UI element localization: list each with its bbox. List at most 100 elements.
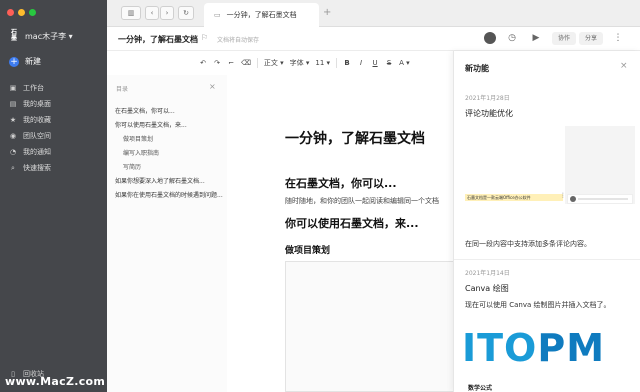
font-family-select[interactable]: 字体 ▾ [290,58,310,68]
redo-icon[interactable]: ↷ [213,59,221,67]
autosave-status: 文档将自动保存 [217,37,260,44]
close-window-button[interactable] [7,9,14,16]
undo-icon[interactable]: ↶ [199,59,207,67]
outline-item[interactable]: 做项目策划 [115,136,225,144]
doc-title[interactable]: 一分钟，了解石墨文档 [118,34,198,45]
feature-date: 2021年1月28日 [465,95,510,102]
outline-header: 目录 [116,86,129,93]
plus-icon: + [9,56,19,67]
comment-placeholder [578,198,628,200]
doc-header: 一分钟，了解石墨文档 ⚐ 文档将自动保存 ◷ ▶ 协作 分享 ⋮ [107,27,640,51]
sidebar-toggle-icon: ▥ [127,9,135,17]
new-features-panel: 新功能 × 2021年1月28日 评论功能优化 石墨文档是一款云端Office办… [453,51,640,392]
sidebar-item-label: 快速搜索 [23,164,51,172]
bold-button[interactable]: B [343,59,351,67]
more-icon: ⋮ [560,192,566,199]
more-icon[interactable]: ⋮ [611,31,625,45]
share-button[interactable]: 分享 [579,32,604,45]
outline-item[interactable]: 写简历 [115,164,225,172]
underline-button[interactable]: U [371,59,379,67]
toolbar-divider [256,58,258,68]
outline-item[interactable]: 在石墨文档，你可以... [115,108,225,116]
outline-list: 在石墨文档，你可以... 你可以使用石墨文档，来... 做项目策划 编写入职指南… [115,108,225,206]
outline-item[interactable]: 你可以使用石墨文档，来... [115,122,225,130]
sidebar-item-desktop[interactable]: ▤ 我的桌面 [9,96,51,112]
sidebar-item-quick-search[interactable]: ⌕ 快速搜索 [9,160,51,176]
user-name[interactable]: mac木子李 ▾ [25,31,73,42]
sidebar-item-workbench[interactable]: ▣ 工作台 [9,80,51,96]
bookmark-icon[interactable]: ⚐ [201,33,208,42]
sidebar-item-favorites[interactable]: ★ 我的收藏 [9,112,51,128]
feature-title: Canva 绘图 [465,284,509,293]
doc-icon: ▭ [214,11,221,19]
workspace-switcher[interactable]: 石墨 mac木子李 ▾ [9,30,73,42]
bell-icon: ◔ [9,148,17,156]
outline-item[interactable]: 编写入职指南 [115,150,225,158]
font-size-select[interactable]: 11 ▾ [315,59,330,67]
window-controls [7,9,36,16]
italic-button[interactable]: I [357,59,365,67]
back-button[interactable]: ‹ [145,6,159,20]
outline-item[interactable]: 如果你在使用石墨文档的时候遇到问题... [115,192,225,200]
desktop-icon: ▤ [9,100,17,108]
refresh-button[interactable]: ↻ [178,6,194,20]
desk-icon: ▣ [9,84,17,92]
heading-2: 你可以使用石墨文档，来... [285,217,419,230]
history-icon[interactable]: ◷ [505,31,519,45]
sidebar: 石墨 mac木子李 ▾ + 新建 ▣ 工作台 ▤ 我的桌面 ★ 我的收藏 ◉ 团… [0,0,107,392]
sidebar-item-team-space[interactable]: ◉ 团队空间 [9,128,51,144]
paragraph-style-select[interactable]: 正文 ▾ [264,58,284,68]
sidebar-item-label: 团队空间 [23,132,51,140]
refresh-icon: ↻ [183,9,189,17]
forward-button[interactable]: › [160,6,174,20]
watermark-pm: PM [537,326,606,370]
main-area: ▥ ‹ › ↻ ▭ 一分钟，了解石墨文档 + 一分钟，了解石墨文档 ⚐ 文档将自… [107,0,640,392]
new-tab-button[interactable]: + [323,7,331,18]
tab-title: 一分钟，了解石墨文档 [226,11,297,19]
preview-card [565,126,635,204]
app-window: 石墨 mac木子李 ▾ + 新建 ▣ 工作台 ▤ 我的桌面 ★ 我的收藏 ◉ 团… [0,0,640,392]
back-icon: ‹ [150,9,154,17]
format-toolbar: ↶ ↷ ⌐ ⌫ 正文 ▾ 字体 ▾ 11 ▾ B I U S A ▾ [107,51,453,75]
minimize-window-button[interactable] [18,9,25,16]
feature-description: 在同一段内容中支持添加多条评论内容。 [465,240,591,248]
embedded-image[interactable] [285,261,453,392]
watermark-macz: www.MacZ.com [5,375,106,388]
shimo-logo: 石墨 [10,29,17,42]
feature-description: 现在可以使用 Canva 绘制图片并插入文档了。 [465,301,611,309]
new-button-label: 新建 [25,57,41,66]
sidebar-item-label: 我的通知 [23,148,51,156]
team-icon: ◉ [9,132,17,140]
preview-highlight: 石墨文档是一款云端Office办公软件 [465,194,563,201]
close-icon[interactable]: × [620,61,628,71]
avatar [570,196,576,202]
paragraph: 随时随地，和你的团队一起阅读和编辑同一个文档 [285,197,439,205]
document-page[interactable]: 一分钟，了解石墨文档 在石墨文档，你可以... 随时随地，和你的团队一起阅读和编… [231,75,453,392]
sidebar-item-notifications[interactable]: ◔ 我的通知 [9,144,51,160]
toolbar-divider [336,58,338,68]
avatar[interactable] [484,32,496,44]
collab-button[interactable]: 协作 [552,32,577,45]
close-icon[interactable]: × [209,82,216,91]
format-painter-icon[interactable]: ⌐ [227,59,235,67]
search-icon: ⌕ [11,163,15,172]
forward-icon: › [165,9,169,17]
present-icon[interactable]: ▶ [529,31,543,45]
feature-title: 数学公式 [468,385,493,392]
sidebar-toggle-button[interactable]: ▥ [121,6,141,20]
maximize-window-button[interactable] [29,9,36,16]
itopm-watermark: ITOPM [462,326,605,370]
preview-comment [567,194,633,204]
tab-bar: ▥ ‹ › ↻ ▭ 一分钟，了解石墨文档 + [107,0,640,27]
divider [454,259,640,260]
feature-date: 2021年1月14日 [465,270,510,277]
clear-format-icon[interactable]: ⌫ [241,59,251,67]
strikethrough-button[interactable]: S [385,59,393,67]
feature-title: 评论功能优化 [465,109,513,118]
outline-item[interactable]: 如果你想要深入地了解石墨文档... [115,178,225,186]
tab-document[interactable]: ▭ 一分钟，了解石墨文档 [204,3,319,27]
text-color-button[interactable]: A ▾ [399,59,410,67]
sidebar-item-label: 我的收藏 [23,116,51,124]
new-button[interactable]: + 新建 [9,56,41,67]
watermark-it: ITO [462,326,538,370]
